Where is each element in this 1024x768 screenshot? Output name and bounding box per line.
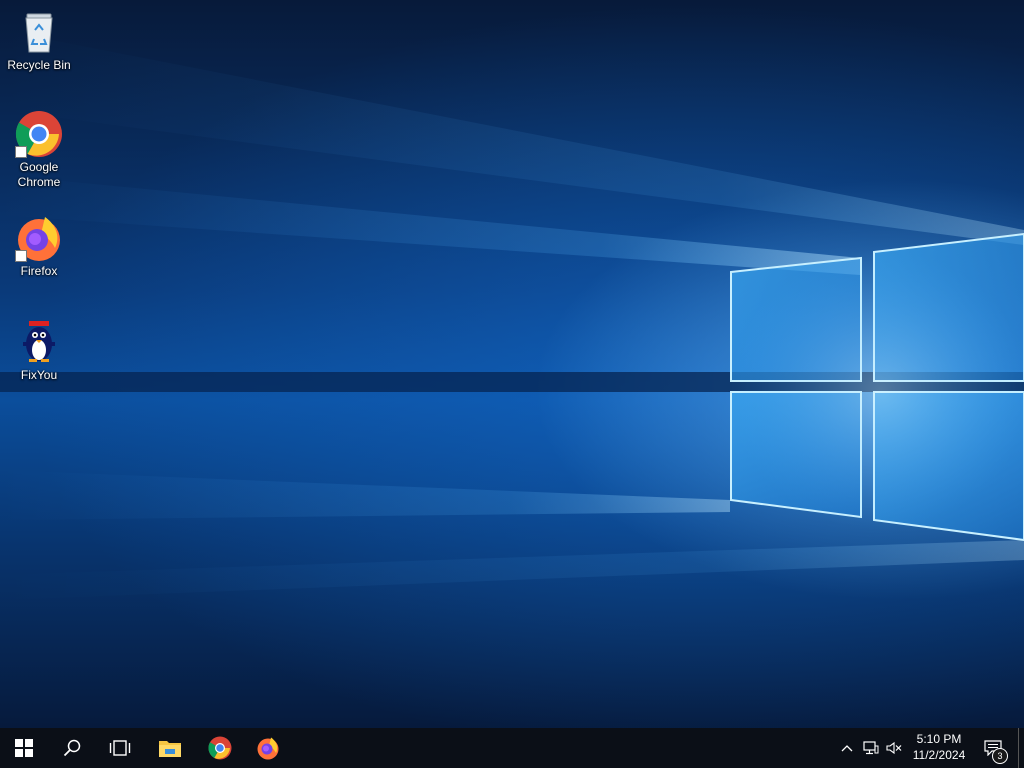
desktop[interactable]: Recycle Bin Google Chrome Firefox FixYou: [0, 0, 1024, 728]
wallpaper: [0, 30, 1024, 600]
taskbar-file-explorer[interactable]: [146, 728, 194, 768]
firefox-icon: [257, 737, 279, 760]
firefox-icon: [15, 214, 63, 262]
task-view-icon: [109, 740, 131, 756]
network-button[interactable]: [860, 728, 882, 768]
windows-start-icon: [15, 739, 33, 757]
chrome-icon: [15, 110, 63, 158]
chevron-up-icon: [841, 745, 853, 752]
clock-time: 5:10 PM: [916, 732, 962, 746]
recycle-bin-icon: [15, 8, 63, 56]
start-button[interactable]: [0, 728, 48, 768]
show-hidden-icons-button[interactable]: [836, 728, 858, 768]
volume-button[interactable]: [884, 728, 904, 768]
desktop-icon-label: Recycle Bin: [7, 58, 71, 72]
clock[interactable]: 5:10 PM 11/2/2024: [902, 731, 976, 765]
taskbar-chrome[interactable]: [196, 728, 244, 768]
shortcut-arrow-icon: [15, 146, 27, 158]
taskbar-firefox[interactable]: [244, 728, 292, 768]
volume-muted-icon: [886, 741, 902, 755]
clock-date: 11/2/2024: [912, 748, 966, 762]
file-explorer-icon: [159, 741, 181, 757]
desktop-icon-label: FixYou: [20, 368, 58, 382]
task-view-button[interactable]: [96, 728, 144, 768]
chrome-icon: [208, 736, 232, 760]
network-icon: [863, 741, 879, 755]
penguin-icon: [15, 318, 63, 366]
desktop-icon-fixyou[interactable]: FixYou: [1, 318, 77, 383]
search-icon: [63, 739, 81, 757]
shortcut-arrow-icon: [15, 250, 27, 262]
notification-count-badge: 3: [992, 748, 1008, 764]
desktop-icon-label: Google Chrome: [17, 160, 61, 189]
desktop-icon-recycle-bin[interactable]: Recycle Bin: [1, 8, 77, 73]
search-button[interactable]: [48, 728, 96, 768]
desktop-icon-firefox[interactable]: Firefox: [1, 214, 77, 279]
show-desktop-divider: [1018, 728, 1019, 768]
taskbar: 5:10 PM 11/2/2024: [0, 728, 1024, 768]
desktop-icon-google-chrome[interactable]: Google Chrome: [1, 110, 77, 190]
desktop-icon-label: Firefox: [20, 264, 58, 278]
